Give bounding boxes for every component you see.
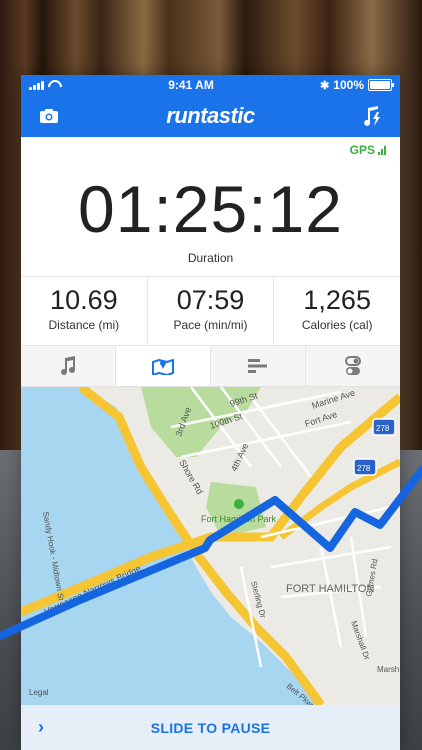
- label-fort-hamilton: FORT HAMILTON: [286, 583, 374, 595]
- highway-278-shield-icon: 278: [372, 418, 396, 436]
- stat-label: Pace (min/mi): [173, 318, 248, 332]
- tab-map[interactable]: [116, 346, 211, 386]
- gps-signal-icon: [378, 145, 386, 155]
- music-bolt-icon: [364, 106, 380, 126]
- phone-screen: 9:41 AM ✱ 100% runtastic GPS 01:25:12 Du…: [21, 75, 400, 750]
- duration-value: 01:25:12: [78, 172, 343, 246]
- bars-icon: [248, 359, 267, 373]
- app-header: runtastic: [21, 95, 400, 137]
- fort-hamilton-park-area: [206, 482, 266, 537]
- stat-value: 10.69: [50, 285, 118, 315]
- gps-label: GPS: [349, 143, 375, 157]
- label-shore-rd: Shore Rd: [177, 458, 205, 496]
- label-sterling-dr: Sterling Dr: [249, 580, 268, 619]
- wifi-icon: [48, 80, 62, 90]
- tab-settings[interactable]: [306, 346, 400, 386]
- tab-stats[interactable]: [211, 346, 306, 386]
- map-graphic: 99th St 3rd Ave 100th St Marine Ave Fort…: [21, 387, 400, 705]
- tab-music[interactable]: [21, 346, 116, 386]
- label-marshall-dr: Marshall Dr: [349, 620, 372, 662]
- music-power-button[interactable]: [356, 100, 388, 132]
- tab-bar: [21, 346, 400, 387]
- stat-value: 07:59: [176, 285, 245, 315]
- slide-to-pause-label: SLIDE TO PAUSE: [150, 719, 271, 736]
- battery-percent: 100%: [333, 78, 364, 92]
- map-icon: [152, 359, 174, 375]
- duration-label: Duration: [187, 251, 234, 265]
- status-right: ✱ 100%: [320, 78, 394, 92]
- bluetooth-icon: ✱: [320, 79, 330, 92]
- status-bar: 9:41 AM ✱ 100%: [21, 75, 400, 95]
- svg-text:278: 278: [376, 424, 390, 433]
- chevron-right-icon: ›: [38, 717, 44, 737]
- status-left: [29, 80, 62, 90]
- slide-to-pause-bar[interactable]: › SLIDE TO PAUSE: [21, 705, 400, 750]
- camera-icon: [40, 109, 58, 123]
- stat-distance: 10.69 Distance (mi): [21, 277, 148, 345]
- label-marine-ave: Marine Ave: [311, 388, 357, 411]
- gps-indicator: GPS: [350, 143, 386, 157]
- signal-icon: [29, 80, 44, 90]
- stat-label: Calories (cal): [301, 318, 373, 332]
- stats-row: 10.69 Distance (mi) 07:59 Pace (min/mi) …: [21, 277, 400, 346]
- label-legal: Legal: [29, 688, 49, 697]
- app-logo: runtastic: [166, 103, 255, 128]
- label-marsh: Marsh: [377, 665, 399, 674]
- toggle-icon: [345, 356, 361, 375]
- park-marker-icon: [234, 499, 244, 509]
- battery-icon: [368, 79, 394, 91]
- stat-calories: 1,265 Calories (cal): [274, 277, 400, 345]
- stat-value: 1,265: [303, 285, 371, 315]
- label-grimes-rd: Grimes Rd: [364, 558, 380, 597]
- timer-panel: GPS 01:25:12 Duration: [21, 137, 400, 277]
- camera-button[interactable]: [33, 100, 65, 132]
- status-time: 9:41 AM: [168, 78, 214, 92]
- highway-278-shield-icon: 278: [353, 458, 377, 476]
- stat-label: Distance (mi): [48, 318, 120, 332]
- label-fort-hamilton-park: Fort Hamilton Park: [201, 514, 277, 524]
- svg-text:278: 278: [357, 464, 371, 473]
- stat-pace: 07:59 Pace (min/mi): [148, 277, 275, 345]
- music-note-icon: [61, 356, 76, 376]
- map-view[interactable]: 99th St 3rd Ave 100th St Marine Ave Fort…: [21, 387, 400, 705]
